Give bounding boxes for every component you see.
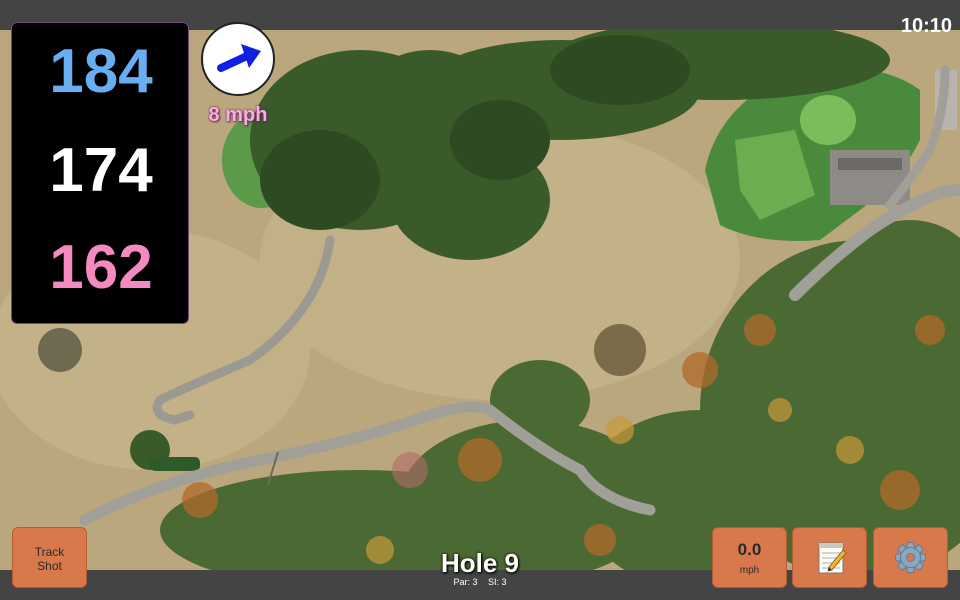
notes-button[interactable] — [792, 527, 867, 588]
track-shot-button[interactable]: Track Shot — [12, 527, 87, 588]
wind-arrow-icon — [217, 44, 261, 72]
wind-indicator — [201, 22, 275, 96]
speed-unit: mph — [739, 565, 760, 576]
gear-icon — [895, 542, 926, 573]
distance-middle: 174 — [49, 136, 153, 205]
distance-back: 184 — [49, 37, 153, 106]
wind-speed-label: 8 mph — [208, 104, 268, 126]
clock: 10:10 — [900, 15, 952, 37]
hole-stroke-index: SI: 3 — [488, 577, 507, 587]
distance-front: 162 — [49, 233, 153, 302]
notepad-icon — [818, 542, 847, 574]
hole-info: Par: 3 SI: 3 — [380, 577, 580, 587]
hole-title: Hole 9 — [440, 548, 520, 578]
speed-button[interactable]: 0.0 mph — [712, 527, 787, 588]
track-shot-label-line1: Track — [34, 545, 65, 559]
distance-panel: 184 174 162 — [11, 22, 189, 324]
hole-par: Par: 3 — [453, 577, 478, 587]
track-shot-label-line2: Shot — [37, 559, 62, 573]
settings-button[interactable] — [873, 527, 948, 588]
speed-value: 0.0 — [737, 540, 762, 559]
